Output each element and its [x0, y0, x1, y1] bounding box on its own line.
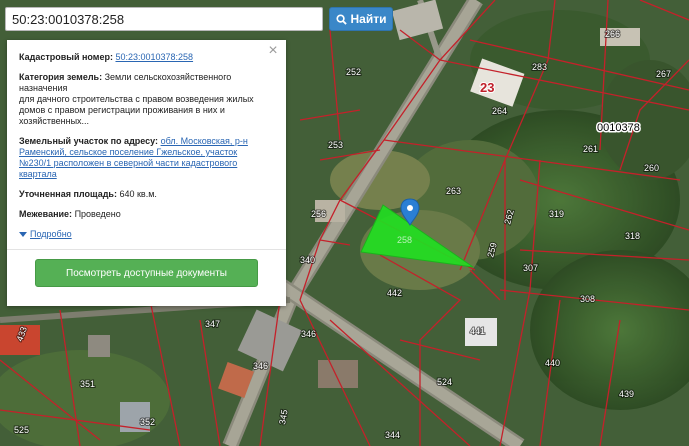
land-category-value: Земли сельскохозяйственного — [104, 72, 232, 82]
land-category-value: для дачного строительства с правом возве… — [19, 94, 254, 104]
close-icon[interactable]: × — [266, 43, 280, 59]
parcel-label: 307 — [523, 263, 538, 273]
parcel-label: 346 — [301, 329, 316, 339]
address-link[interactable]: №230/1 расположен в северной части кадас… — [19, 158, 237, 168]
parcel-label: 264 — [492, 106, 507, 116]
divider — [7, 249, 286, 250]
block-label: 0010378 — [597, 122, 640, 134]
more-details-label: Подробно — [30, 229, 72, 239]
parcel-label: 260 — [644, 163, 659, 173]
parcel-label: 319 — [549, 209, 564, 219]
parcel-label: 439 — [619, 389, 634, 399]
survey-row: Межевание: Проведено — [19, 209, 274, 220]
parcel-label: 263 — [446, 186, 461, 196]
address-link[interactable]: квартала — [19, 169, 57, 179]
cadastral-number-link[interactable]: 50:23:0010378:258 — [115, 52, 193, 62]
parcel-label: 267 — [656, 69, 671, 79]
parcel-label: 256 — [311, 209, 326, 219]
area-value: 640 кв.м. — [119, 189, 157, 199]
cadastral-number-label: Кадастровый номер: — [19, 52, 113, 62]
parcel-label: 283 — [532, 62, 547, 72]
view-documents-button[interactable]: Посмотреть доступные документы — [35, 259, 258, 287]
address-link[interactable]: Раменский, сельское поселение Гжельское,… — [19, 147, 237, 157]
parcel-label: 253 — [328, 140, 343, 150]
area-label: Уточненная площадь: — [19, 189, 117, 199]
cadastral-search-input[interactable] — [5, 7, 323, 31]
survey-label: Межевание: — [19, 209, 73, 219]
selected-parcel-label: 258 — [397, 235, 412, 245]
survey-value: Проведено — [74, 209, 121, 219]
find-button[interactable]: Найти — [329, 7, 393, 31]
parcel-label: 318 — [625, 231, 640, 241]
quarter-label: 23 — [480, 80, 494, 95]
parcel-label: 344 — [385, 430, 400, 440]
parcel-label: 441 — [470, 326, 485, 336]
more-details-link[interactable]: Подробно — [19, 229, 72, 240]
parcel-label: 308 — [580, 294, 595, 304]
parcel-label: 352 — [140, 417, 155, 427]
address-row: Земельный участок по адресу: обл. Москов… — [19, 136, 274, 180]
address-link[interactable]: обл. Московская, р-н — [161, 136, 248, 146]
cadastral-number-row: Кадастровый номер: 50:23:0010378:258 — [19, 52, 274, 63]
parcel-label: 440 — [545, 358, 560, 368]
parcel-label: 351 — [80, 379, 95, 389]
area-row: Уточненная площадь: 640 кв.м. — [19, 189, 274, 200]
parcel-label: 524 — [437, 377, 452, 387]
land-category-value: хозяйственных... — [19, 116, 90, 126]
land-category-value: домов с правом регистрации проживания в … — [19, 105, 225, 115]
parcel-label: 261 — [583, 144, 598, 154]
land-category-value: назначения — [19, 83, 68, 93]
land-category-label: Категория земель: — [19, 72, 103, 82]
triangle-down-icon — [19, 232, 27, 237]
find-button-label: Найти — [350, 12, 387, 26]
parcel-info-card: × Кадастровый номер: 50:23:0010378:258 К… — [7, 40, 286, 306]
parcel-label: 347 — [205, 319, 220, 329]
parcel-label: 252 — [346, 67, 361, 77]
parcel-label: 266 — [605, 29, 620, 39]
parcel-label: 340 — [300, 255, 315, 265]
parcel-label: 442 — [387, 288, 402, 298]
land-category-row: Категория земель: Земли сельскохозяйстве… — [19, 72, 274, 127]
parcel-label: 525 — [14, 425, 29, 435]
parcel-label: 346 — [253, 361, 268, 371]
address-label: Земельный участок по адресу: — [19, 136, 159, 146]
search-icon — [335, 13, 347, 25]
